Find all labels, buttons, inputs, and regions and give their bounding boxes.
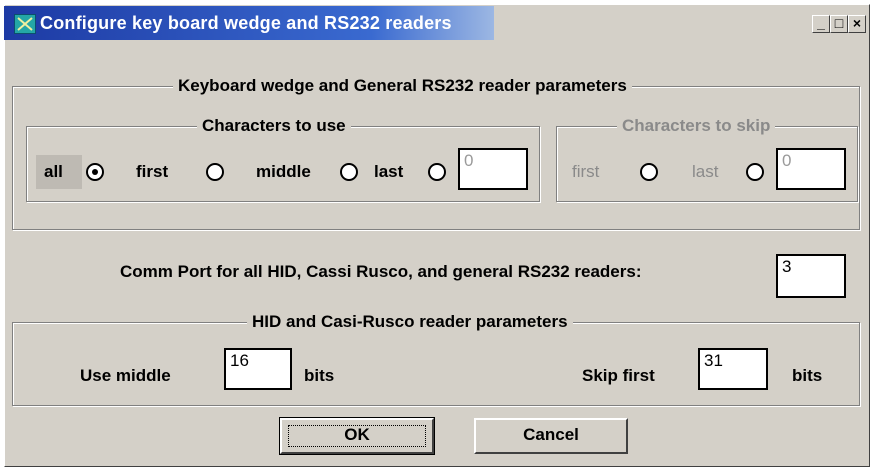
comm-port-input[interactable]: 3 <box>776 254 846 298</box>
skip-last-label: last <box>692 162 719 181</box>
option-middle-label[interactable]: middle <box>256 162 311 182</box>
app-icon <box>14 14 36 34</box>
skip-first-label: first <box>572 162 600 181</box>
close-icon: × <box>852 15 862 31</box>
characters-to-skip-title: Characters to skip <box>617 116 776 136</box>
cancel-button-label: Cancel <box>523 425 579 444</box>
maximize-icon: □ <box>834 15 844 31</box>
use-middle-bits-input[interactable]: 16 <box>224 348 292 390</box>
title-bar[interactable]: Configure key board wedge and RS232 read… <box>4 6 866 40</box>
hid-params-title: HID and Casi-Rusco reader parameters <box>247 312 573 332</box>
skip-first-bits-unit: bits <box>792 366 823 385</box>
close-button[interactable]: × <box>848 15 866 33</box>
ok-button[interactable]: OK <box>279 417 435 455</box>
title-bar-fill: Configure key board wedge and RS232 read… <box>4 6 494 40</box>
option-last-label[interactable]: last <box>374 162 403 182</box>
minimize-button[interactable]: _ <box>812 15 830 33</box>
skip-first-bits-label: Skip first <box>582 366 655 385</box>
skip-first-bits-input[interactable]: 31 <box>698 348 768 390</box>
cancel-button[interactable]: Cancel <box>474 418 628 454</box>
characters-to-use-title: Characters to use <box>197 116 351 136</box>
radio-skip-last <box>746 163 764 181</box>
option-all-label[interactable]: all <box>44 162 63 182</box>
maximize-button[interactable]: □ <box>830 15 848 33</box>
use-middle-label: Use middle <box>80 366 171 385</box>
use-middle-bits-unit: bits <box>304 366 335 385</box>
radio-all[interactable] <box>86 163 104 181</box>
minimize-icon: _ <box>817 15 825 31</box>
radio-last[interactable] <box>428 163 446 181</box>
radio-skip-first <box>640 163 658 181</box>
option-first-label[interactable]: first <box>136 162 168 182</box>
comm-port-label: Comm Port for all HID, Cassi Rusco, and … <box>120 262 642 281</box>
wedge-params-title: Keyboard wedge and General RS232 reader … <box>173 76 632 96</box>
characters-to-skip-count-input: 0 <box>776 148 846 190</box>
radio-all-selected-dot <box>92 169 98 175</box>
ok-button-label: OK <box>344 425 370 444</box>
radio-middle[interactable] <box>340 163 358 181</box>
window-title: Configure key board wedge and RS232 read… <box>40 13 452 33</box>
radio-first[interactable] <box>206 163 224 181</box>
characters-to-use-count-input[interactable]: 0 <box>458 148 528 190</box>
